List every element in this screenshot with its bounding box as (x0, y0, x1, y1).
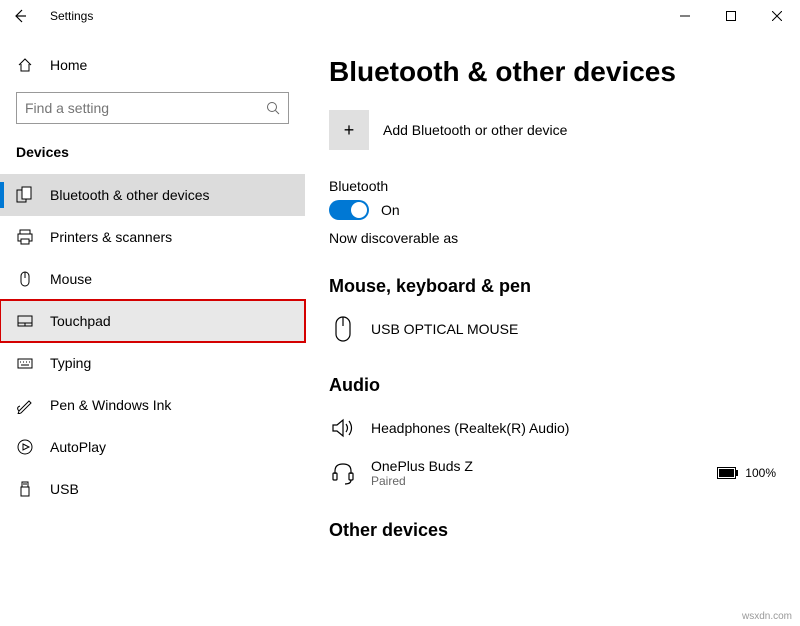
main-content: Bluetooth & other devices + Add Bluetoot… (305, 32, 800, 626)
pen-icon (16, 396, 34, 414)
printer-icon (16, 228, 34, 246)
sidebar-item-label: USB (50, 481, 79, 497)
home-nav[interactable]: Home (0, 48, 305, 82)
device-name: USB OPTICAL MOUSE (371, 321, 776, 337)
add-device-label: Add Bluetooth or other device (383, 122, 567, 138)
device-name: OnePlus Buds Z (371, 458, 703, 474)
home-icon (16, 56, 34, 74)
sidebar-item-typing[interactable]: Typing (0, 342, 305, 384)
back-arrow-icon (12, 8, 28, 24)
sidebar-item-pen[interactable]: Pen & Windows Ink (0, 384, 305, 426)
battery-indicator: 100% (717, 466, 776, 480)
sidebar-item-touchpad[interactable]: Touchpad (0, 300, 305, 342)
sidebar-item-bluetooth[interactable]: Bluetooth & other devices (0, 174, 305, 216)
bluetooth-label: Bluetooth (329, 178, 776, 194)
touchpad-icon (16, 312, 34, 330)
sidebar-item-printers[interactable]: Printers & scanners (0, 216, 305, 258)
back-button[interactable] (8, 4, 32, 28)
section-title-mouse: Mouse, keyboard & pen (329, 276, 776, 297)
page-title: Bluetooth & other devices (329, 56, 776, 88)
device-row[interactable]: USB OPTICAL MOUSE (329, 307, 776, 351)
usb-icon (16, 480, 34, 498)
device-row[interactable]: Headphones (Realtek(R) Audio) (329, 406, 776, 450)
device-name: Headphones (Realtek(R) Audio) (371, 420, 776, 436)
sidebar-item-label: Bluetooth & other devices (50, 187, 210, 203)
search-box[interactable] (16, 92, 289, 124)
sidebar-item-label: Pen & Windows Ink (50, 397, 171, 413)
close-icon (772, 11, 782, 21)
plus-icon: + (329, 110, 369, 150)
search-icon (266, 101, 280, 115)
sidebar-item-label: AutoPlay (50, 439, 106, 455)
sidebar-item-mouse[interactable]: Mouse (0, 258, 305, 300)
close-button[interactable] (754, 0, 800, 32)
section-title-other: Other devices (329, 520, 776, 541)
sidebar-item-label: Typing (50, 355, 91, 371)
maximize-button[interactable] (708, 0, 754, 32)
battery-percent: 100% (745, 466, 776, 480)
search-input[interactable] (25, 100, 266, 116)
mouse-device-icon (329, 315, 357, 343)
speaker-icon (329, 414, 357, 442)
sidebar: Home Devices Bluetooth & other devices P… (0, 32, 305, 626)
sidebar-item-label: Mouse (50, 271, 92, 287)
device-row[interactable]: OnePlus Buds Z Paired 100% (329, 450, 776, 496)
sidebar-item-label: Printers & scanners (50, 229, 172, 245)
autoplay-icon (16, 438, 34, 456)
minimize-icon (680, 11, 690, 21)
device-status: Paired (371, 474, 703, 488)
bluetooth-toggle[interactable] (329, 200, 369, 220)
watermark: wsxdn.com (742, 611, 792, 622)
minimize-button[interactable] (662, 0, 708, 32)
maximize-icon (726, 11, 736, 21)
toggle-state: On (381, 202, 400, 218)
sidebar-item-autoplay[interactable]: AutoPlay (0, 426, 305, 468)
keyboard-icon (16, 354, 34, 372)
section-title-audio: Audio (329, 375, 776, 396)
discoverable-status: Now discoverable as (329, 230, 776, 246)
sidebar-item-usb[interactable]: USB (0, 468, 305, 510)
titlebar: Settings (0, 0, 800, 32)
bluetooth-devices-icon (16, 186, 34, 204)
home-label: Home (50, 57, 87, 73)
sidebar-section-label: Devices (0, 138, 305, 174)
headset-icon (329, 459, 357, 487)
add-device-button[interactable]: + Add Bluetooth or other device (329, 110, 776, 150)
window-title: Settings (50, 9, 93, 23)
mouse-icon (16, 270, 34, 288)
battery-icon (717, 467, 739, 479)
sidebar-item-label: Touchpad (50, 313, 111, 329)
